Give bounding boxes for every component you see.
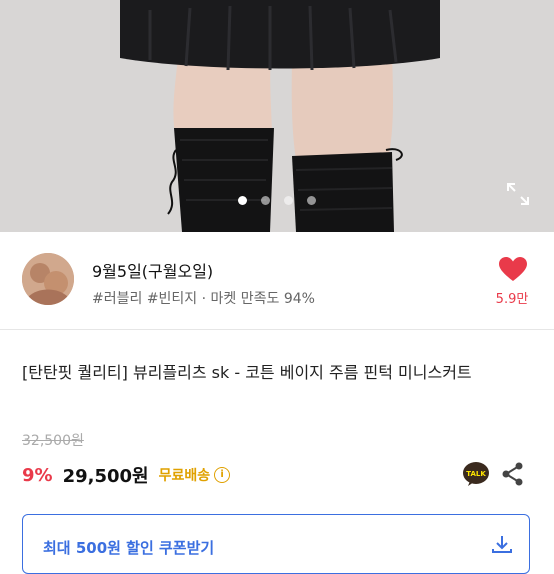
seller-name[interactable]: 9월5일(구월오일) [92,258,213,282]
divider [0,329,554,330]
discount-rate: 9% [22,464,53,486]
seller-section [0,232,554,329]
coupon-button[interactable]: 최대 500원 할인 쿠폰받기 [22,514,530,574]
pager-dot[interactable] [307,196,316,205]
pager-dot[interactable] [238,196,247,205]
expand-icon[interactable] [504,180,532,208]
image-pager [0,196,554,205]
talk-badge-label: TALK [466,470,486,478]
pager-dot[interactable] [261,196,270,205]
pager-dot[interactable] [284,196,293,205]
seller-tags: #러블리 #빈티지 · 마켓 만족도 94% [92,291,315,307]
sale-price: 29,500원 [62,466,149,487]
talk-icon[interactable]: TALK [462,461,490,487]
product-image[interactable] [0,0,554,232]
coupon-label: 최대 500원 할인 쿠폰받기 [43,539,215,557]
like-count: 5.9만 [495,292,529,307]
info-icon[interactable]: i [214,467,231,483]
heart-icon[interactable] [498,256,528,282]
original-price: 32,500원 [22,433,84,449]
download-icon [492,536,512,553]
product-title: [탄탄핏 퀄리티] 뷰리플리츠 sk - 코튼 베이지 주름 핀턱 미니스커트 [22,363,472,382]
price-row: 9% 29,500원 무료배송 i [22,462,231,488]
seller-avatar[interactable] [22,253,74,305]
share-icon[interactable] [501,461,525,487]
shipping-label: 무료배송 [158,468,211,484]
